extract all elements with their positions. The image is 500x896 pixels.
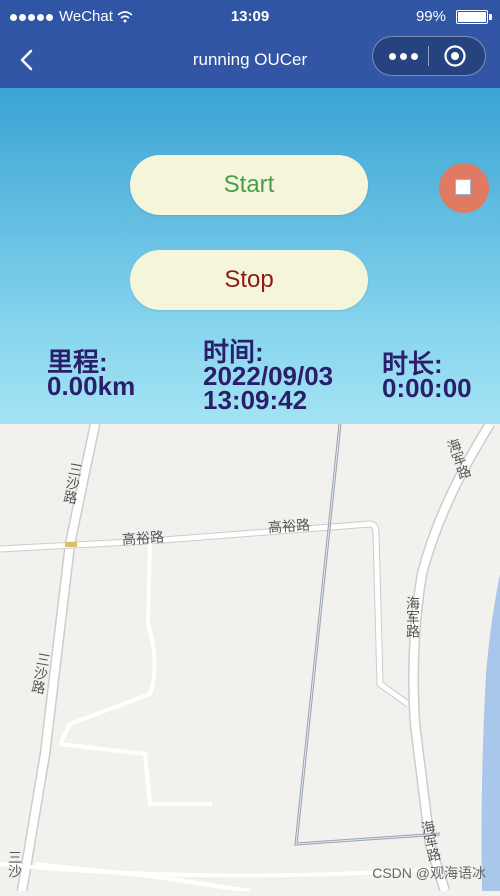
status-bar: WeChat 13:09 99% [0, 0, 500, 32]
start-button[interactable]: Start [130, 155, 368, 215]
square-icon [455, 179, 471, 195]
map-view[interactable]: 三沙路 高裕路 高裕路 三沙路 海军路 海军路 海军路 三沙 CSDN @观海语… [0, 418, 500, 896]
battery-percent: 99% [415, 8, 446, 25]
stop-button[interactable]: Stop [130, 250, 368, 310]
watermark: CSDN @观海语冰 [372, 865, 486, 881]
mileage-value: 0.00km [47, 371, 136, 401]
road-label: 三沙 [6, 850, 22, 878]
time-clock: 13:09:42 [203, 385, 308, 415]
close-miniprogram-icon[interactable] [443, 44, 467, 68]
duration-stat: 时长: 0:00:00 [382, 351, 472, 403]
road-label: 高裕路 [267, 517, 311, 537]
navigation-bar: running OUCer [0, 32, 500, 88]
menu-capsule [372, 36, 486, 76]
capsule-divider [428, 46, 429, 66]
floating-record-button[interactable] [439, 163, 489, 213]
road-label: 海军路 [404, 596, 420, 638]
time-stat: 时间: 2022/09/03 13:09:42 [203, 339, 333, 415]
duration-value: 0:00:00 [382, 373, 472, 403]
battery-icon [456, 10, 492, 24]
more-icon[interactable] [383, 37, 423, 75]
mileage-stat: 里程: 0.00km [47, 349, 136, 401]
road-label: 高裕路 [121, 529, 165, 549]
